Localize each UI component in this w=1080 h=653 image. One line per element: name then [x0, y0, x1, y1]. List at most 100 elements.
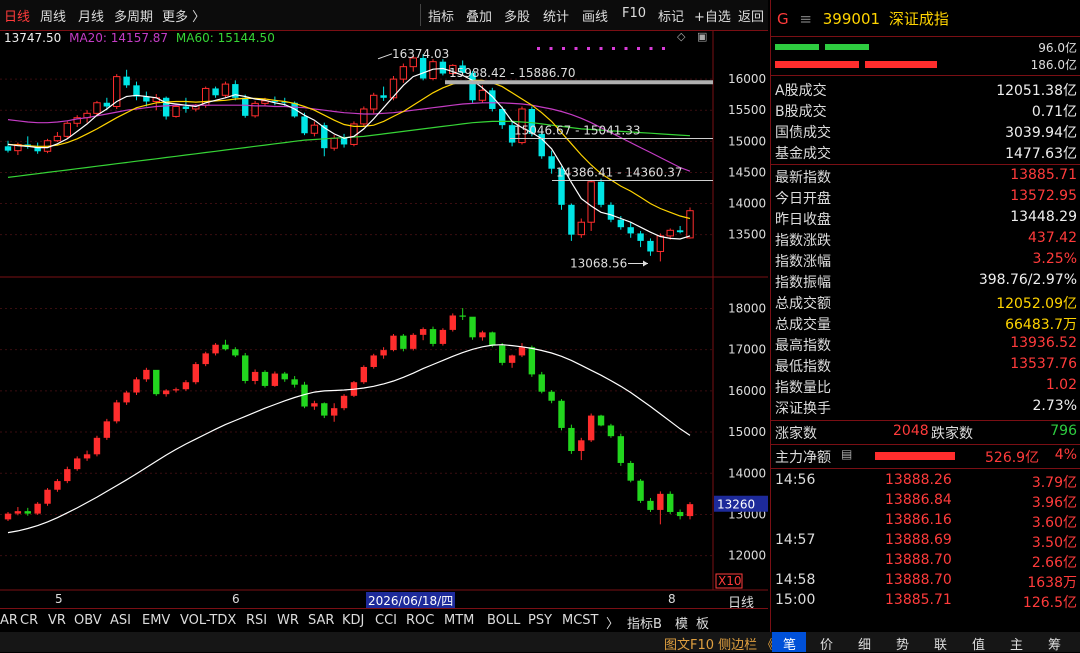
- indicator-b-tab[interactable]: 指标B: [627, 613, 662, 632]
- upper-y-tick-label: 14000: [728, 197, 766, 211]
- upper-candle-body: [548, 156, 555, 169]
- upper-candle-body: [627, 227, 634, 234]
- tab-main[interactable]: 主: [1010, 634, 1023, 653]
- decliners-count: 796: [1050, 423, 1077, 439]
- f10-sidebar-link[interactable]: 图文F10 侧边栏 《: [664, 634, 774, 653]
- dotted-marker: [637, 47, 640, 50]
- upper-candle-body: [617, 219, 625, 228]
- indicator-tab-mtm[interactable]: MTM: [444, 613, 474, 628]
- lower-candle-body: [667, 493, 674, 512]
- tick-row: 14:58 13888.70 1638万: [775, 572, 1077, 591]
- lower-candle-body: [380, 350, 387, 356]
- quote-change: 指数涨跌 437.42: [775, 230, 1077, 249]
- lower-candle-body: [686, 504, 694, 517]
- lower-candle-body: [429, 329, 437, 344]
- tick-row: 14:57 13888.69 3.50亿: [775, 532, 1077, 551]
- upper-y-tick-label: 14500: [728, 165, 766, 179]
- tab-detail[interactable]: 细: [858, 634, 871, 653]
- dotted-marker: [649, 47, 653, 50]
- main-net-flow: 主力净额 ▤ 526.9亿 4%: [775, 447, 1077, 466]
- lower-ma-line: [7, 344, 691, 534]
- dotted-marker: [549, 47, 553, 50]
- turnover-funds: 基金成交 1477.63亿: [775, 146, 1077, 162]
- tab-trend[interactable]: 势: [896, 634, 909, 653]
- indicator-tabs-next-button[interactable]: 〉: [606, 613, 619, 632]
- indicator-tab-rsi[interactable]: RSI: [246, 613, 267, 628]
- lower-y-tick-label: 16000: [728, 384, 766, 398]
- indicator-tab-obv[interactable]: OBV: [74, 613, 102, 628]
- tab-price[interactable]: 价: [820, 634, 833, 653]
- upper-candle-body: [301, 116, 308, 134]
- low-annotation: 13068.56: [570, 257, 627, 271]
- decliners-label: 跌家数: [931, 426, 973, 442]
- lower-candle-body: [607, 425, 615, 437]
- upper-candle-body: [647, 240, 654, 252]
- upper-candle-body: [389, 78, 398, 99]
- indicator-tab-emv[interactable]: EMV: [142, 613, 170, 628]
- x-label-month-6: 6: [232, 592, 240, 606]
- upper-candle-body: [607, 204, 615, 220]
- lower-candle-body: [330, 408, 338, 416]
- quote-open: 今日开盘 13572.95: [775, 188, 1077, 207]
- tick-row: 13888.70 2.66亿: [885, 552, 1077, 571]
- upper-y-tick-label: 15500: [728, 103, 766, 117]
- tab-value[interactable]: 值: [972, 634, 985, 653]
- lower-candle-body: [54, 481, 61, 490]
- indicator-tab-vol-tdx[interactable]: VOL-TDX: [180, 613, 236, 628]
- upper-candle-body: [419, 57, 427, 79]
- indicator-tab-cr[interactable]: CR: [20, 613, 38, 628]
- indicator-tab-kdj[interactable]: KDJ: [342, 613, 364, 628]
- lower-candle-body: [459, 315, 466, 317]
- lower-candle-body: [637, 480, 644, 501]
- lower-candle-body: [479, 332, 486, 338]
- lower-candle-body: [14, 511, 22, 514]
- gap-band-1-label: 15988.42 - 15886.70: [449, 66, 575, 80]
- tab-linked[interactable]: 联: [934, 634, 947, 653]
- lower-candle-body: [123, 392, 130, 403]
- quote-total-amount: 总成交额 12052.09亿: [775, 296, 1077, 312]
- lower-candle-body: [370, 355, 377, 367]
- gap-band-3-label: 14386.41 - 14360.37: [556, 166, 682, 180]
- lower-candle-body: [222, 344, 229, 350]
- indicator-tab-vr[interactable]: VR: [48, 613, 66, 628]
- upper-candle-body: [360, 108, 368, 125]
- lower-candle-body: [489, 332, 496, 346]
- quote-turnover-rate: 深证换手 2.73%: [775, 398, 1077, 417]
- lower-candle-body: [271, 373, 279, 386]
- indicator-tab-sar[interactable]: SAR: [308, 613, 334, 628]
- lower-candle-body: [202, 353, 209, 365]
- stock-header: G ≡ 399001 深证成指: [777, 8, 949, 29]
- lower-candle-body: [242, 355, 249, 381]
- lower-candle-body: [360, 366, 368, 383]
- lower-candle-body: [419, 329, 427, 335]
- indicator-tab-boll[interactable]: BOLL: [487, 613, 520, 628]
- tab-chips[interactable]: 筹: [1048, 634, 1061, 653]
- upper-candle-body: [123, 76, 130, 86]
- tick-row: 13886.16 3.60亿: [885, 512, 1077, 531]
- template-tab-part1[interactable]: 模: [675, 613, 688, 632]
- peak-annotation: 16374.03: [392, 47, 449, 61]
- menu-icon[interactable]: ≡: [799, 10, 812, 28]
- indicator-tab-roc[interactable]: ROC: [406, 613, 434, 628]
- upper-candle-body: [221, 83, 230, 96]
- main-flow-chart-icon[interactable]: ▤: [841, 447, 852, 461]
- upper-candle-body: [172, 105, 180, 117]
- upper-candle-body: [310, 124, 319, 134]
- indicator-tab-asi[interactable]: ASI: [110, 613, 131, 628]
- indicator-tab-mcst[interactable]: MCST: [562, 613, 599, 628]
- kline-chart[interactable]: 16000155001500014500140001350016374.0315…: [0, 0, 770, 608]
- template-tab-part2[interactable]: 板: [696, 613, 709, 632]
- indicator-tab-psy[interactable]: PSY: [528, 613, 552, 628]
- lower-candle-body: [133, 379, 140, 393]
- lower-candle-body: [617, 436, 625, 463]
- upper-candle-body: [340, 138, 348, 145]
- upper-candle-body: [568, 204, 575, 235]
- tick-row: 13886.84 3.96亿: [885, 492, 1077, 511]
- indicator-tab-ar[interactable]: AR: [0, 613, 18, 628]
- upper-candle-body: [686, 210, 694, 239]
- status-bar: 图文F10 侧边栏 《 笔 价 细 势 联 值 主 筹: [0, 632, 1080, 653]
- indicator-tab-wr[interactable]: WR: [277, 613, 299, 628]
- upper-candle-body: [53, 135, 62, 142]
- tab-tick[interactable]: 笔: [783, 634, 796, 653]
- indicator-tab-cci[interactable]: CCI: [375, 613, 397, 628]
